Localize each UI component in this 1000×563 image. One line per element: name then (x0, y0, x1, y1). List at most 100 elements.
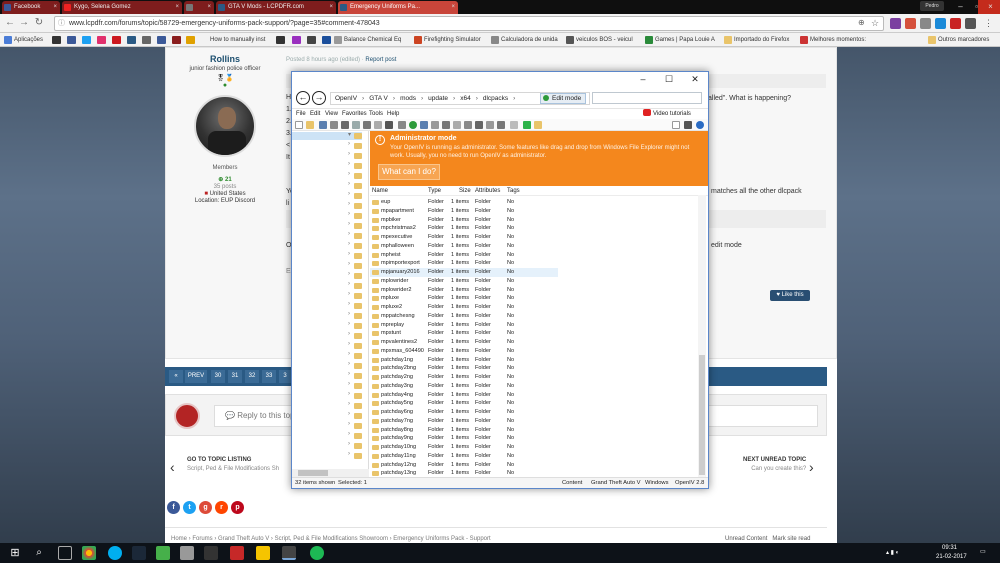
back-icon[interactable]: ← (4, 17, 16, 29)
tool-icon[interactable] (510, 121, 518, 129)
back-icon[interactable]: ← (296, 91, 310, 105)
site-icon[interactable] (322, 36, 331, 44)
path-segment[interactable]: update (424, 95, 452, 102)
tree-node[interactable]: › (348, 261, 364, 270)
forward-icon[interactable]: → (18, 17, 30, 29)
tab-blank[interactable]: × (184, 1, 214, 14)
tree-node[interactable]: › (348, 371, 364, 380)
what-can-i-do-button[interactable]: What can I do? (378, 164, 440, 180)
menu-view[interactable]: View (325, 109, 338, 119)
tree-node[interactable]: › (348, 441, 364, 450)
extension-icon[interactable] (950, 18, 961, 29)
close-window-button[interactable]: × (978, 0, 1000, 14)
extension-icon[interactable] (890, 18, 901, 29)
tool-icon[interactable] (464, 121, 472, 129)
column-size[interactable]: Size (459, 186, 471, 196)
mark-site-read-link[interactable]: Mark site read (772, 536, 810, 542)
report-link[interactable]: Report post (365, 57, 396, 63)
new-folder-icon[interactable] (534, 121, 542, 129)
file-row[interactable]: mpapartment Folder 1 items Folder No (370, 207, 558, 216)
tree-node[interactable]: › (348, 361, 364, 370)
site-icon[interactable] (172, 36, 181, 44)
tab-facebook[interactable]: Facebook × (2, 1, 60, 14)
maximize-button[interactable]: ☐ (656, 73, 682, 86)
menu-favorites[interactable]: Favorites (342, 109, 367, 119)
tree-node[interactable]: › (348, 381, 364, 390)
site-icon[interactable] (276, 36, 285, 44)
google-share-icon[interactable]: g (199, 501, 212, 514)
reload-icon[interactable]: ↻ (33, 17, 45, 29)
file-row[interactable]: patchday2bng Folder 1 items Folder No (370, 364, 558, 373)
bookmark-item[interactable]: Melhores momentos: (800, 35, 866, 45)
file-row[interactable]: mpluxe2 Folder 1 items Folder No (370, 303, 558, 312)
new-icon[interactable] (295, 121, 303, 129)
add-icon[interactable] (523, 121, 531, 129)
view-mode-icon[interactable] (672, 121, 680, 129)
path-segment[interactable]: mods (396, 95, 420, 102)
bookmark-star-icon[interactable]: ☆ (871, 18, 882, 29)
pinterest-share-icon[interactable]: p (231, 501, 244, 514)
page-link[interactable]: 33 (262, 370, 276, 383)
file-row[interactable]: patchday5ng Folder 1 items Folder No (370, 399, 558, 408)
github-icon[interactable] (52, 36, 61, 44)
tree-node[interactable]: › (348, 221, 364, 230)
chrome-icon[interactable] (82, 546, 96, 560)
bookmark-item[interactable]: Firefighting Simulator (414, 35, 481, 45)
tree-node[interactable]: › (348, 211, 364, 220)
file-row[interactable]: patchday11ng Folder 1 items Folder No (370, 452, 558, 461)
site-icon[interactable] (292, 36, 301, 44)
tree-node[interactable]: › (348, 191, 364, 200)
page-link[interactable]: 30 (211, 370, 225, 383)
tool-icon[interactable] (398, 121, 406, 129)
bookmark-folder[interactable]: Outros marcadores (928, 35, 989, 45)
close-icon[interactable]: × (175, 1, 179, 13)
bookmark-apps[interactable]: Aplicações (4, 35, 43, 45)
page-link[interactable]: 3 (279, 370, 291, 383)
file-row[interactable]: mpexecutive Folder 1 items Folder No (370, 233, 558, 242)
minimize-button[interactable]: – (630, 73, 656, 86)
tree-node[interactable]: › (348, 141, 364, 150)
tree-node[interactable]: › (348, 411, 364, 420)
bookmark-item[interactable]: How to manually inst (200, 35, 265, 45)
tree-node[interactable]: › (348, 451, 364, 460)
file-row[interactable]: patchday6ng Folder 1 items Folder No (370, 408, 558, 417)
tree-node[interactable]: › (348, 431, 364, 440)
tab-youtube[interactable]: Kygo, Selena Gomez × (62, 1, 182, 14)
file-row[interactable]: patchday1ng Folder 1 items Folder No (370, 356, 558, 365)
file-row[interactable]: mppatchesng Folder 1 items Folder No (370, 312, 558, 321)
next-unread-topic[interactable]: NEXT UNREAD TOPIC Can you create this? (743, 457, 806, 472)
tray-icons[interactable]: ▴ ▮ ◐ (886, 549, 899, 556)
clock-time[interactable]: 09:31 (942, 545, 957, 551)
tab-lcpdfr[interactable]: GTA V Mods - LCPDFR.com × (216, 1, 336, 14)
path-segment[interactable]: OpenIV (331, 95, 361, 102)
facebook-icon[interactable] (67, 36, 76, 44)
tool-icon[interactable] (420, 121, 428, 129)
youtube-icon[interactable] (112, 36, 121, 44)
bookmark-item[interactable]: Calculadora de unida (491, 35, 558, 45)
file-row[interactable]: patchday8ng Folder 1 items Folder No (370, 426, 558, 435)
tree-node[interactable]: › (348, 351, 364, 360)
facebook-share-icon[interactable]: f (167, 501, 180, 514)
horizontal-scrollbar[interactable] (292, 469, 369, 477)
tool-icon[interactable] (453, 121, 461, 129)
file-row[interactable]: mpreplay Folder 1 items Folder No (370, 321, 558, 330)
rockstar-icon[interactable] (186, 36, 195, 44)
file-explorer-icon[interactable] (256, 546, 270, 560)
tree-node[interactable]: › (348, 391, 364, 400)
tree-node[interactable]: › (348, 171, 364, 180)
search-icon[interactable]: ⌕ (32, 546, 46, 560)
prev-page-button[interactable]: PREV (185, 370, 207, 383)
openiv-taskbar-icon[interactable] (282, 546, 296, 560)
tree-node[interactable]: › (348, 201, 364, 210)
file-row[interactable]: mpvalentines2 Folder 1 items Folder No (370, 338, 558, 347)
path-segment[interactable]: GTA V (365, 95, 392, 102)
bookmark-item[interactable]: Balance Chemical Eq (334, 35, 401, 45)
app-icon[interactable] (204, 546, 218, 560)
tree-node[interactable]: › (348, 281, 364, 290)
extension-icon[interactable] (935, 18, 946, 29)
tree-node[interactable]: › (348, 421, 364, 430)
site-icon[interactable] (307, 36, 316, 44)
settings-icon[interactable] (684, 121, 692, 129)
skype-icon[interactable] (108, 546, 122, 560)
first-page-button[interactable]: « (169, 370, 183, 383)
